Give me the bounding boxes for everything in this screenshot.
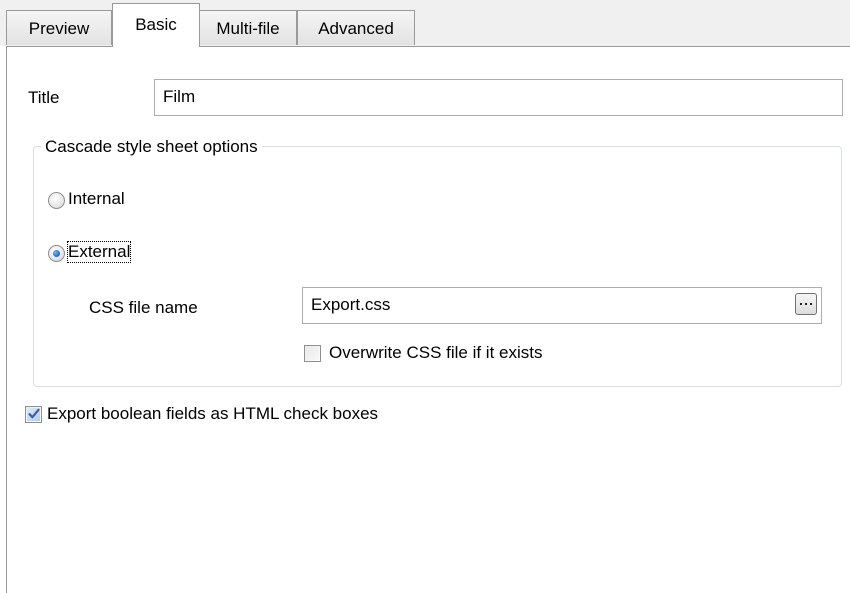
tab-advanced-label: Advanced — [318, 19, 394, 38]
browse-css-file-button[interactable] — [795, 293, 817, 315]
external-radio[interactable] — [48, 245, 65, 262]
internal-radio[interactable] — [48, 192, 65, 209]
radio-selected-dot — [53, 250, 60, 257]
tab-multi-file-label: Multi-file — [216, 19, 280, 38]
checkbox-fill — [306, 347, 319, 360]
overwrite-css-checkbox[interactable] — [304, 345, 321, 362]
tab-multi-file[interactable]: Multi-file — [199, 10, 297, 45]
tab-preview-label: Preview — [28, 19, 90, 38]
tab-basic-label: Basic — [135, 15, 177, 34]
export-boolean-checkbox[interactable] — [25, 406, 42, 423]
checkmark-icon — [28, 408, 40, 419]
overwrite-css-label[interactable]: Overwrite CSS file if it exists — [329, 343, 543, 363]
internal-label[interactable]: Internal — [68, 189, 125, 209]
export-options-panel: Preview Basic Multi-file Advanced Title … — [0, 0, 850, 593]
tab-basic[interactable]: Basic — [112, 3, 200, 47]
title-label: Title — [28, 88, 60, 107]
tab-preview[interactable]: Preview — [6, 10, 112, 45]
tab-advanced[interactable]: Advanced — [297, 10, 415, 45]
css-file-input[interactable]: Export.css — [302, 287, 822, 324]
ellipsis-icon — [800, 303, 812, 305]
title-input-value: Film — [163, 87, 196, 106]
css-options-legend: Cascade style sheet options — [41, 137, 262, 157]
external-label[interactable]: External — [66, 241, 132, 263]
title-input[interactable]: Film — [154, 79, 843, 116]
css-file-label: CSS file name — [89, 298, 198, 317]
export-boolean-label[interactable]: Export boolean fields as HTML check boxe… — [47, 404, 378, 424]
css-file-input-value: Export.css — [311, 295, 391, 314]
tab-strip: Preview Basic Multi-file Advanced — [0, 0, 850, 47]
